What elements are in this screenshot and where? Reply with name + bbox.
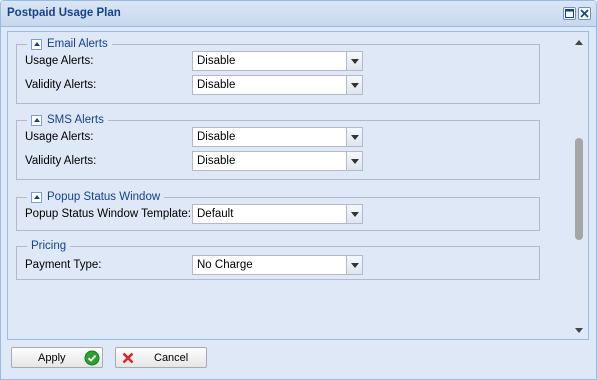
payment-type-value: No Charge [197, 259, 253, 271]
email-alerts-title: Email Alerts [47, 38, 108, 50]
sms-validity-alerts-row: Validity Alerts: Disable [25, 151, 535, 173]
chevron-down-icon[interactable] [346, 205, 362, 223]
email-usage-alerts-value: Disable [197, 55, 236, 67]
chevron-down-icon[interactable] [346, 152, 362, 170]
check-icon [84, 350, 100, 366]
email-validity-alerts-value: Disable [197, 79, 236, 91]
sms-alerts-legend: SMS Alerts [27, 113, 108, 127]
chevron-down-icon[interactable] [346, 76, 362, 94]
payment-type-label: Payment Type: [25, 259, 102, 271]
postpaid-usage-plan-window: Postpaid Usage Plan Email Alerts Usage A… [0, 0, 597, 380]
chevron-down-icon[interactable] [346, 128, 362, 146]
payment-type-row: Payment Type: No Charge [25, 255, 535, 277]
window-title: Postpaid Usage Plan [7, 7, 121, 19]
sms-validity-alerts-select[interactable]: Disable [192, 151, 363, 171]
email-validity-alerts-select[interactable]: Disable [192, 75, 363, 95]
popup-status-window-legend: Popup Status Window [27, 190, 165, 204]
scroll-up-icon[interactable] [575, 40, 583, 45]
close-icon[interactable] [578, 7, 591, 20]
window-titlebar[interactable]: Postpaid Usage Plan [1, 1, 596, 27]
scroll-down-icon[interactable] [575, 328, 583, 333]
pricing-fieldset: Pricing Payment Type: No Charge [16, 239, 540, 280]
pricing-legend: Pricing [27, 239, 71, 253]
pricing-title: Pricing [31, 240, 67, 252]
sms-validity-alerts-label: Validity Alerts: [25, 155, 97, 167]
email-alerts-legend: Email Alerts [27, 37, 112, 51]
sms-alerts-title: SMS Alerts [47, 114, 104, 126]
sms-usage-alerts-row: Usage Alerts: Disable [25, 127, 535, 149]
sms-usage-alerts-label: Usage Alerts: [25, 131, 94, 143]
popup-template-value: Default [197, 208, 234, 220]
cancel-button[interactable]: Cancel [115, 347, 207, 368]
scrollbar-thumb[interactable] [575, 138, 583, 240]
apply-button[interactable]: Apply [11, 347, 103, 368]
popup-template-label: Popup Status Window Template: [25, 208, 191, 220]
cancel-button-label: Cancel [154, 352, 189, 364]
collapse-icon[interactable] [31, 191, 42, 203]
popup-template-row: Popup Status Window Template: Default [25, 204, 535, 226]
sms-usage-alerts-select[interactable]: Disable [192, 127, 363, 147]
form-body: Email Alerts Usage Alerts: Disable Valid… [7, 31, 589, 340]
cancel-x-icon [120, 350, 136, 366]
sms-alerts-fieldset: SMS Alerts Usage Alerts: Disable Validit… [16, 113, 540, 180]
apply-button-label: Apply [38, 352, 66, 364]
vertical-scrollbar[interactable] [571, 32, 588, 339]
maximize-icon[interactable] [563, 7, 576, 20]
button-bar: Apply Cancel [1, 343, 596, 379]
chevron-down-icon[interactable] [346, 256, 362, 274]
collapse-icon[interactable] [31, 38, 42, 50]
sms-validity-alerts-value: Disable [197, 155, 236, 167]
email-usage-alerts-select[interactable]: Disable [192, 51, 363, 71]
email-validity-alerts-row: Validity Alerts: Disable [25, 75, 535, 97]
chevron-down-icon[interactable] [346, 52, 362, 70]
popup-template-select[interactable]: Default [192, 204, 363, 224]
popup-status-window-title: Popup Status Window [47, 191, 161, 203]
payment-type-select[interactable]: No Charge [192, 255, 363, 275]
email-validity-alerts-label: Validity Alerts: [25, 79, 97, 91]
email-alerts-fieldset: Email Alerts Usage Alerts: Disable Valid… [16, 37, 540, 104]
popup-status-window-fieldset: Popup Status Window Popup Status Window … [16, 190, 540, 231]
email-usage-alerts-row: Usage Alerts: Disable [25, 51, 535, 73]
collapse-icon[interactable] [31, 114, 42, 126]
sms-usage-alerts-value: Disable [197, 131, 236, 143]
email-usage-alerts-label: Usage Alerts: [25, 55, 94, 67]
